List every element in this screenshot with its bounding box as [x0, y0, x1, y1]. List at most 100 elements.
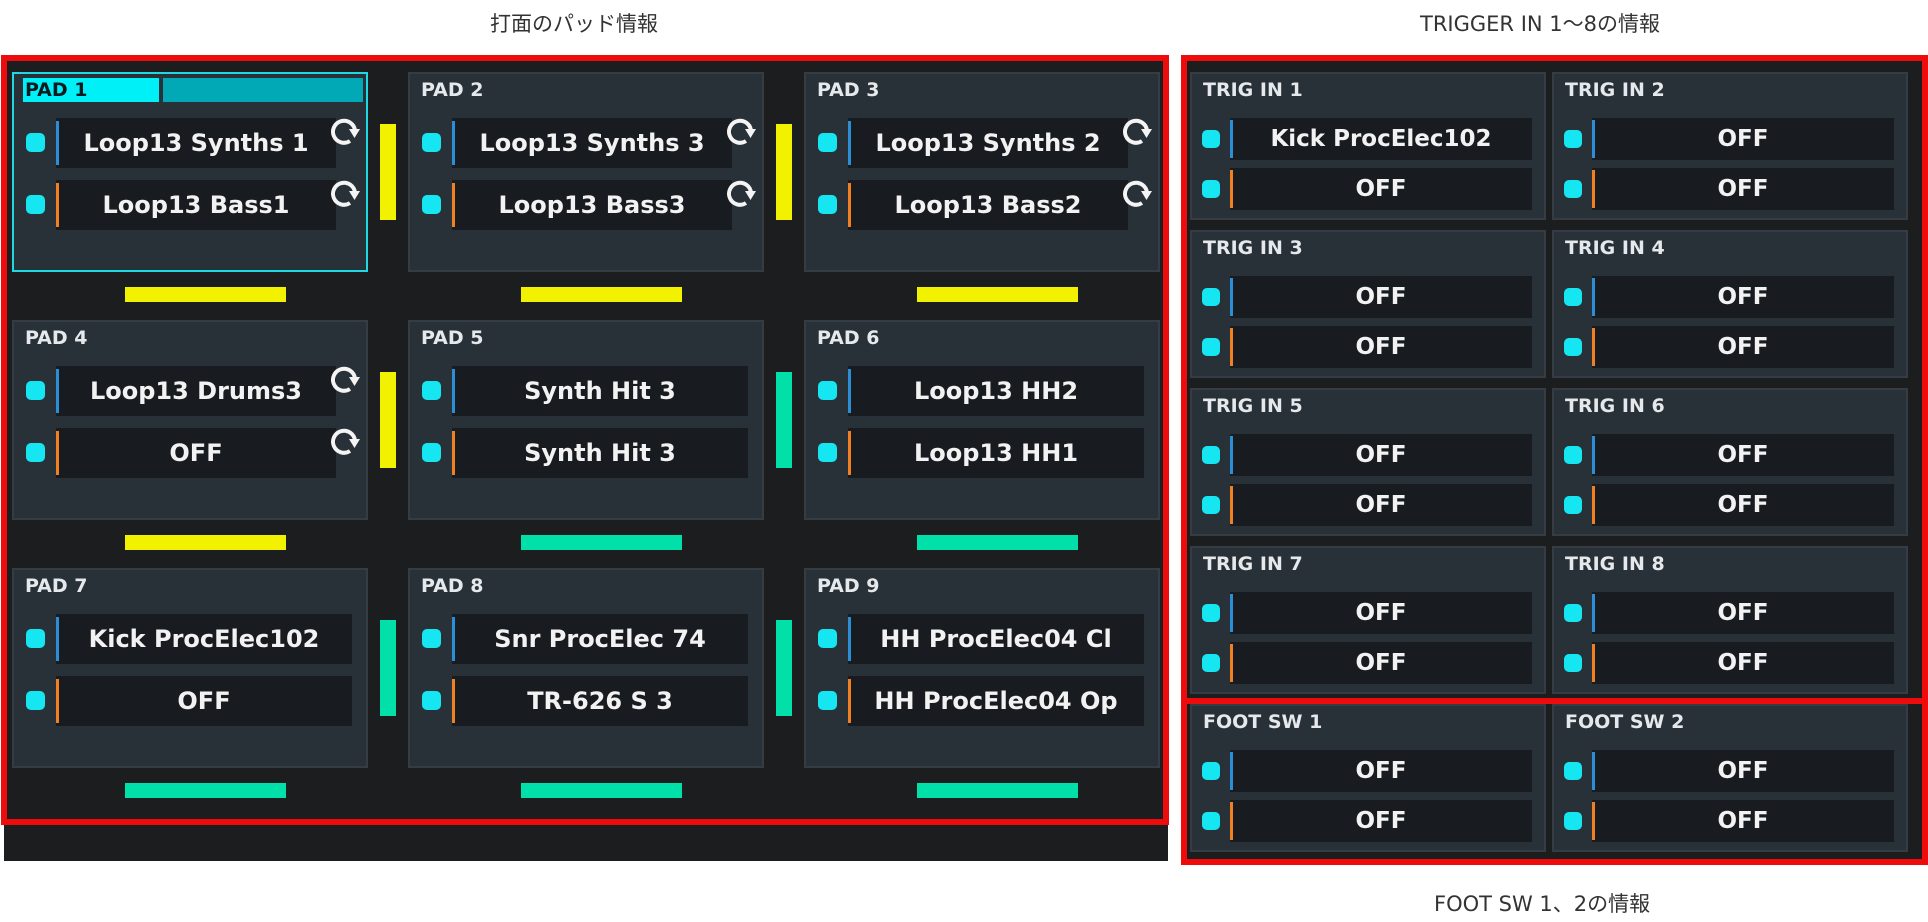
foot-sw-card-sample-slot[interactable]: OFF	[1592, 750, 1894, 792]
trig-in-card-sample-slot[interactable]: OFF	[1592, 276, 1894, 318]
loop-icon[interactable]	[724, 114, 758, 148]
pad-led-icon[interactable]	[1564, 496, 1582, 514]
trig-in-card-sample-slot[interactable]: OFF	[1592, 326, 1894, 368]
foot-sw-card-sample-slot[interactable]: OFF	[1230, 750, 1532, 792]
trig-in-card-sample-slot[interactable]: OFF	[1230, 326, 1532, 368]
pad-sample-slot[interactable]: Loop13 Drums3	[56, 366, 336, 416]
pad-led-icon[interactable]	[1564, 762, 1582, 780]
pad-sample-slot[interactable]: OFF	[56, 428, 336, 478]
pad-led-icon[interactable]	[26, 629, 45, 648]
pad-sample-slot[interactable]: Loop13 Bass2	[848, 180, 1128, 230]
pad-sample-slot[interactable]: Synth Hit 3	[452, 428, 748, 478]
foot-sw-card[interactable]: FOOT SW 2 OFF OFF	[1552, 704, 1908, 852]
pad-led-icon[interactable]	[1202, 654, 1220, 672]
pad-led-icon[interactable]	[818, 381, 837, 400]
pad-sample-slot[interactable]: HH ProcElec04 Cl	[848, 614, 1144, 664]
pad-sample-slot[interactable]: Loop13 Synths 2	[848, 118, 1128, 168]
pad-sample-slot[interactable]: HH ProcElec04 Op	[848, 676, 1144, 726]
pad-sample-slot[interactable]: Kick ProcElec102	[56, 614, 352, 664]
pad-led-icon[interactable]	[1202, 496, 1220, 514]
trig-in-card[interactable]: TRIG IN 7 OFF OFF	[1190, 546, 1546, 694]
trig-in-card[interactable]: TRIG IN 8 OFF OFF	[1552, 546, 1908, 694]
trig-in-card-sample-slot[interactable]: OFF	[1592, 484, 1894, 526]
trig-in-card[interactable]: TRIG IN 2 OFF OFF	[1552, 72, 1908, 220]
pad-card[interactable]: PAD 2 Loop13 Synths 3 Loop13 Bass3	[408, 72, 764, 272]
loop-icon[interactable]	[1120, 176, 1154, 210]
pad-led-icon[interactable]	[422, 195, 441, 214]
foot-sw-card[interactable]: FOOT SW 1 OFF OFF	[1190, 704, 1546, 852]
trig-in-card-sample-slot[interactable]: OFF	[1230, 276, 1532, 318]
trig-in-card-sample-slot[interactable]: OFF	[1592, 592, 1894, 634]
trig-in-card-sample-slot[interactable]: OFF	[1230, 592, 1532, 634]
pad-led-icon[interactable]	[26, 443, 45, 462]
trig-in-card[interactable]: TRIG IN 5 OFF OFF	[1190, 388, 1546, 536]
pad-led-icon[interactable]	[26, 381, 45, 400]
loop-icon[interactable]	[328, 362, 362, 396]
trig-in-card[interactable]: TRIG IN 4 OFF OFF	[1552, 230, 1908, 378]
pad-led-icon[interactable]	[1202, 180, 1220, 198]
trig-in-card[interactable]: TRIG IN 3 OFF OFF	[1190, 230, 1546, 378]
pad-card[interactable]: PAD 4 Loop13 Drums3 OFF	[12, 320, 368, 520]
pad-card[interactable]: PAD 6 Loop13 HH2 Loop13 HH1	[804, 320, 1160, 520]
trig-in-card-sample-slot[interactable]: OFF	[1230, 434, 1532, 476]
pad-led-icon[interactable]	[26, 133, 45, 152]
pad-led-icon[interactable]	[818, 195, 837, 214]
trig-in-card-sample-slot[interactable]: OFF	[1592, 118, 1894, 160]
pad-led-icon[interactable]	[818, 133, 837, 152]
pad-led-icon[interactable]	[1202, 338, 1220, 356]
pad-led-icon[interactable]	[1202, 762, 1220, 780]
pad-led-icon[interactable]	[1564, 604, 1582, 622]
loop-icon[interactable]	[1120, 114, 1154, 148]
pad-card[interactable]: PAD 8 Snr ProcElec 74 TR-626 S 3	[408, 568, 764, 768]
pad-led-icon[interactable]	[1202, 288, 1220, 306]
loop-icon[interactable]	[328, 114, 362, 148]
loop-icon[interactable]	[328, 176, 362, 210]
pad-card[interactable]: PAD 3 Loop13 Synths 2 Loop13 Bass2	[804, 72, 1160, 272]
trig-in-card-sample-slot[interactable]: OFF	[1592, 642, 1894, 684]
pad-led-icon[interactable]	[1202, 604, 1220, 622]
trig-in-card-sample-slot[interactable]: OFF	[1592, 434, 1894, 476]
trig-in-card-sample-slot[interactable]: OFF	[1592, 168, 1894, 210]
trig-in-card[interactable]: TRIG IN 1 Kick ProcElec102 OFF	[1190, 72, 1546, 220]
trig-in-card-sample-slot[interactable]: OFF	[1230, 168, 1532, 210]
pad-sample-slot[interactable]: Loop13 HH1	[848, 428, 1144, 478]
pad-led-icon[interactable]	[422, 381, 441, 400]
pad-sample-slot[interactable]: Synth Hit 3	[452, 366, 748, 416]
pad-card[interactable]: PAD 7 Kick ProcElec102 OFF	[12, 568, 368, 768]
foot-sw-card-sample-slot[interactable]: OFF	[1230, 800, 1532, 842]
pad-led-icon[interactable]	[422, 691, 441, 710]
foot-sw-card-sample-slot[interactable]: OFF	[1592, 800, 1894, 842]
pad-led-icon[interactable]	[26, 691, 45, 710]
pad-sample-slot[interactable]: Loop13 HH2	[848, 366, 1144, 416]
pad-led-icon[interactable]	[818, 443, 837, 462]
pad-sample-slot[interactable]: OFF	[56, 676, 352, 726]
pad-sample-slot[interactable]: Loop13 Synths 3	[452, 118, 732, 168]
pad-led-icon[interactable]	[1202, 812, 1220, 830]
pad-card[interactable]: PAD 5 Synth Hit 3 Synth Hit 3	[408, 320, 764, 520]
pad-led-icon[interactable]	[1564, 446, 1582, 464]
pad-led-icon[interactable]	[1564, 130, 1582, 148]
pad-led-icon[interactable]	[1202, 130, 1220, 148]
pad-sample-slot[interactable]: Loop13 Synths 1	[56, 118, 336, 168]
pad-led-icon[interactable]	[1564, 288, 1582, 306]
pad-led-icon[interactable]	[818, 691, 837, 710]
trig-in-card-sample-slot[interactable]: Kick ProcElec102	[1230, 118, 1532, 160]
pad-sample-slot[interactable]: Loop13 Bass1	[56, 180, 336, 230]
loop-icon[interactable]	[724, 176, 758, 210]
pad-led-icon[interactable]	[1202, 446, 1220, 464]
pad-led-icon[interactable]	[422, 443, 441, 462]
pad-sample-slot[interactable]: TR-626 S 3	[452, 676, 748, 726]
pad-led-icon[interactable]	[422, 133, 441, 152]
pad-led-icon[interactable]	[1564, 180, 1582, 198]
pad-led-icon[interactable]	[818, 629, 837, 648]
pad-sample-slot[interactable]: Loop13 Bass3	[452, 180, 732, 230]
trig-in-card[interactable]: TRIG IN 6 OFF OFF	[1552, 388, 1908, 536]
trig-in-card-sample-slot[interactable]: OFF	[1230, 484, 1532, 526]
trig-in-card-sample-slot[interactable]: OFF	[1230, 642, 1532, 684]
pad-led-icon[interactable]	[1564, 654, 1582, 672]
loop-icon[interactable]	[328, 424, 362, 458]
pad-sample-slot[interactable]: Snr ProcElec 74	[452, 614, 748, 664]
pad-card[interactable]: PAD 1 Loop13 Synths 1 Loop13 Bass1	[12, 72, 368, 272]
pad-led-icon[interactable]	[1564, 338, 1582, 356]
pad-card[interactable]: PAD 9 HH ProcElec04 Cl HH ProcElec04 Op	[804, 568, 1160, 768]
